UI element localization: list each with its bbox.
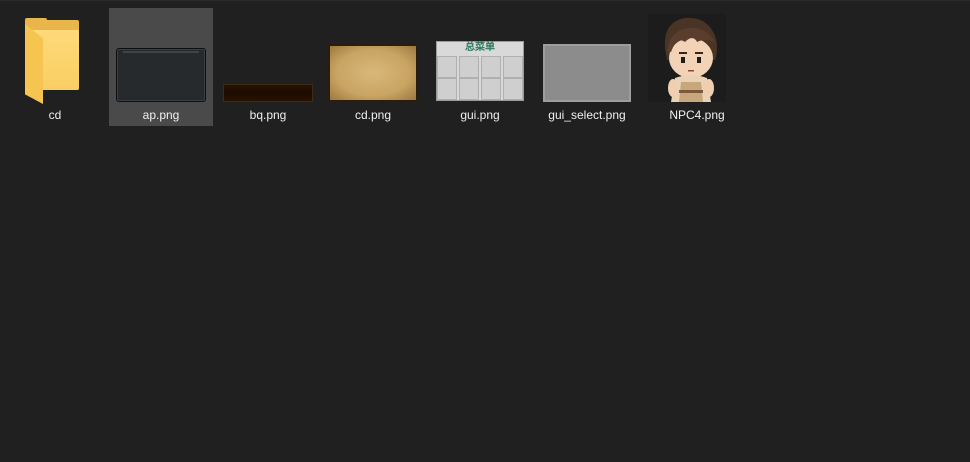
thumbnail-text: 总菜单 bbox=[465, 42, 495, 53]
image-thumbnail-icon bbox=[216, 8, 320, 104]
file-item-ap[interactable]: ap.png bbox=[109, 8, 213, 126]
item-label: gui.png bbox=[460, 108, 500, 122]
item-label: ap.png bbox=[142, 108, 180, 122]
image-thumbnail-icon bbox=[321, 8, 425, 104]
item-label: NPC4.png bbox=[669, 108, 725, 122]
folder-icon bbox=[3, 8, 107, 104]
item-label: bq.png bbox=[249, 108, 287, 122]
image-thumbnail-icon: 总菜单 bbox=[428, 8, 532, 104]
file-explorer-view: cd ap.png bq.png cd.png 总菜单 gui.png gui_… bbox=[0, 0, 970, 462]
file-item-gui-select[interactable]: gui_select.png bbox=[535, 8, 639, 126]
file-item-gui[interactable]: 总菜单 gui.png bbox=[428, 8, 532, 126]
image-thumbnail-icon bbox=[109, 8, 213, 104]
item-label: cd.png bbox=[354, 108, 392, 122]
top-divider bbox=[0, 0, 970, 1]
character-thumbnail-icon bbox=[645, 8, 749, 104]
file-item-cd-png[interactable]: cd.png bbox=[321, 8, 425, 126]
item-label: cd bbox=[48, 108, 62, 122]
file-item-bq[interactable]: bq.png bbox=[216, 8, 320, 126]
file-item-npc4[interactable]: NPC4.png bbox=[645, 8, 749, 126]
image-thumbnail-icon bbox=[535, 8, 639, 104]
item-label: gui_select.png bbox=[548, 108, 626, 122]
folder-item-cd[interactable]: cd bbox=[3, 8, 107, 126]
